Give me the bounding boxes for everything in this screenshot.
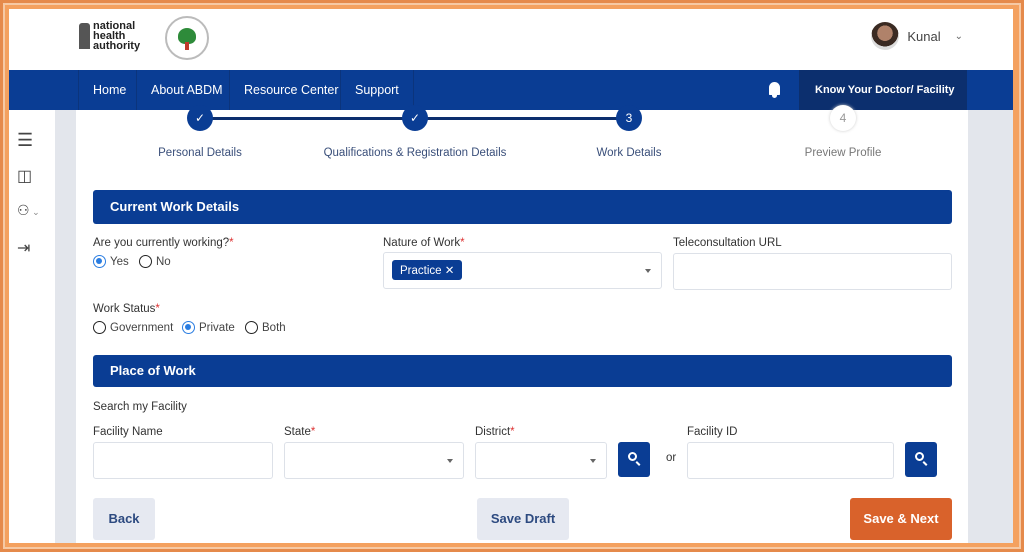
- step-label[interactable]: Qualifications & Registration Details: [324, 147, 507, 159]
- search-by-location-button[interactable]: [618, 442, 650, 477]
- emblem-icon: [79, 23, 90, 49]
- radio-yes[interactable]: Yes: [93, 255, 129, 268]
- nav-support[interactable]: Support: [340, 70, 414, 110]
- search-by-id-button[interactable]: [905, 442, 937, 477]
- radio-government[interactable]: Government: [93, 321, 173, 334]
- search-icon: [628, 452, 637, 461]
- page: national health authority Kunal ⌄ Home Abo…: [9, 9, 1013, 543]
- practice-chip[interactable]: Practice ✕: [392, 260, 463, 280]
- step-connector: [415, 117, 629, 120]
- header: national health authority Kunal ⌄: [9, 9, 1013, 70]
- step-1-check-icon: ✓: [187, 105, 213, 131]
- step-label: Preview Profile: [804, 147, 882, 159]
- nav-resource-center[interactable]: Resource Center: [229, 70, 353, 110]
- state-select[interactable]: [284, 442, 464, 479]
- main-content: ✓ ✓ 3 4 Personal Details Qualifications …: [76, 105, 968, 543]
- save-draft-button[interactable]: Save Draft: [477, 498, 569, 540]
- tele-label: Teleconsultation URL: [673, 237, 782, 249]
- chevron-down-icon: ⌄: [954, 30, 963, 42]
- know-your-doctor-search[interactable]: Know Your Doctor/ Facility ⚲: [799, 70, 967, 137]
- working-label: Are you currently working?*: [93, 237, 234, 249]
- nha-logo: national health authority: [79, 21, 151, 57]
- step-4: 4: [830, 105, 856, 131]
- radio-both[interactable]: Both: [245, 321, 286, 334]
- caret-down-icon: [447, 458, 453, 463]
- back-button[interactable]: Back: [93, 498, 155, 540]
- bell-icon[interactable]: [769, 82, 780, 98]
- facility-name-label: Facility Name: [93, 426, 163, 438]
- avatar: [871, 22, 900, 50]
- current-work-header: Current Work Details: [93, 190, 952, 224]
- logout-icon[interactable]: ⇥: [17, 238, 30, 258]
- state-label: State*: [284, 426, 316, 438]
- step-label[interactable]: Personal Details: [158, 147, 242, 159]
- medical-kit-icon[interactable]: ◫: [17, 166, 32, 186]
- search-icon: [915, 452, 924, 461]
- radio-private[interactable]: Private: [182, 321, 235, 334]
- search-facility-label: Search my Facility: [93, 401, 187, 413]
- close-icon: ✕: [444, 265, 455, 277]
- nature-of-work-select[interactable]: Practice ✕: [383, 252, 662, 289]
- right-margin: [968, 110, 1013, 543]
- save-next-button[interactable]: Save & Next: [850, 498, 952, 540]
- place-of-work-header: Place of Work: [93, 355, 952, 387]
- district-label: District*: [475, 426, 515, 438]
- step-connector: [200, 117, 415, 120]
- users-icon[interactable]: ⚇ ⌄: [17, 202, 40, 219]
- abdm-logo: [165, 16, 209, 60]
- facility-id-label: Facility ID: [687, 426, 738, 438]
- scroll-gutter: [55, 110, 76, 543]
- step-label[interactable]: Work Details: [597, 147, 662, 159]
- caret-down-icon: [645, 268, 651, 273]
- caret-down-icon: [590, 458, 596, 463]
- menu-icon[interactable]: ☰: [17, 130, 33, 151]
- user-name: Kunal: [907, 28, 941, 44]
- radio-no[interactable]: No: [139, 255, 171, 268]
- facility-name-input[interactable]: [93, 442, 273, 479]
- work-status-label: Work Status*: [93, 303, 160, 315]
- step-2-check-icon: ✓: [402, 105, 428, 131]
- sidebar: ☰ ◫ ⚇ ⌄ ⇥: [9, 110, 55, 543]
- nav-home[interactable]: Home: [78, 70, 140, 110]
- search-label: Know Your Doctor/ Facility: [815, 84, 955, 96]
- district-select[interactable]: [475, 442, 607, 479]
- nav-bar: Home About ABDM Resource Center Support …: [9, 70, 1013, 137]
- user-menu[interactable]: Kunal ⌄: [871, 22, 963, 50]
- or-text: or: [666, 452, 677, 464]
- teleconsultation-url-input[interactable]: [673, 253, 952, 290]
- nature-label: Nature of Work*: [383, 237, 465, 249]
- step-3: 3: [616, 105, 642, 131]
- nav-about-abdm[interactable]: About ABDM: [136, 70, 237, 110]
- facility-id-input[interactable]: [687, 442, 894, 479]
